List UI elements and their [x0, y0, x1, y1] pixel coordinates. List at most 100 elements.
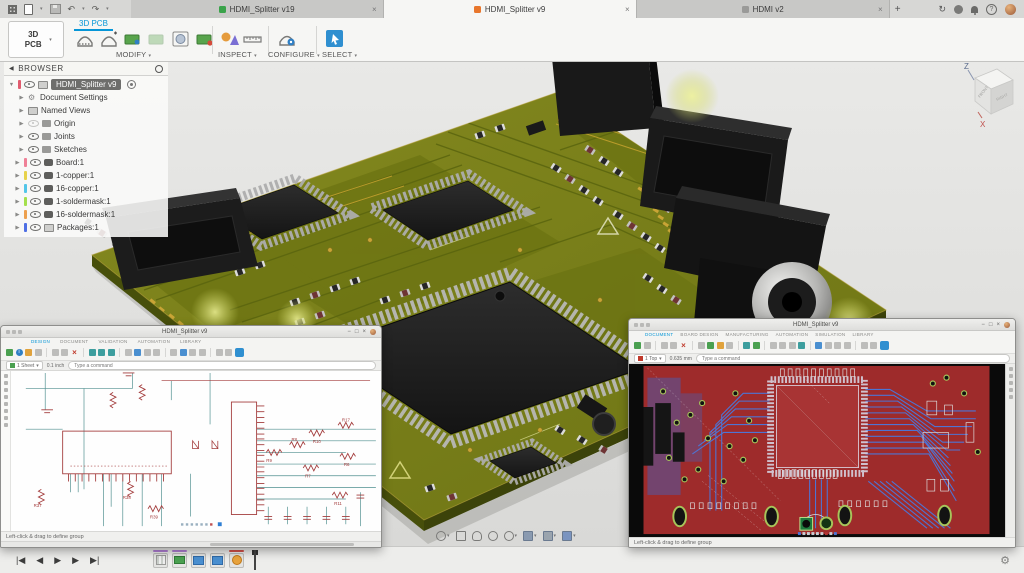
expand-icon[interactable]: ▶: [14, 212, 21, 218]
select-icon[interactable]: [324, 29, 346, 49]
fit-icon[interactable]: ▾: [504, 531, 518, 541]
tool-icon[interactable]: [815, 342, 822, 349]
modify-group-label[interactable]: MODIFY ▾: [116, 50, 151, 59]
user-avatar[interactable]: [1005, 4, 1016, 15]
visibility-eye-icon[interactable]: [30, 198, 41, 205]
tool-icon[interactable]: [726, 342, 733, 349]
tab-hdmi-splitter-v9[interactable]: HDMI_Splitter v9 ×: [384, 0, 637, 18]
visibility-eye-icon[interactable]: [28, 146, 39, 153]
expand-icon[interactable]: ▶: [18, 95, 25, 101]
tool-icon[interactable]: [770, 342, 777, 349]
tool-icon[interactable]: [199, 349, 206, 356]
edit-board-icon[interactable]: [122, 29, 144, 49]
tool-icon[interactable]: [670, 342, 677, 349]
step-forward-button[interactable]: ▶: [72, 555, 79, 566]
tool-icon[interactable]: [189, 349, 196, 356]
sidebar-item-copper-16[interactable]: ▶ 16-copper:1: [4, 182, 168, 195]
workspace-switcher-button[interactable]: 3D PCB ▾: [8, 21, 64, 58]
zoom-icon[interactable]: [488, 531, 498, 541]
tool-icon[interactable]: [789, 342, 796, 349]
command-input[interactable]: [696, 354, 1010, 363]
tool-icon[interactable]: [743, 342, 750, 349]
expand-icon[interactable]: ▶: [18, 134, 25, 140]
play-button[interactable]: ▶: [54, 555, 61, 566]
interference-icon[interactable]: [218, 29, 240, 49]
visibility-eye-icon[interactable]: [30, 224, 41, 231]
schematic-window-titlebar[interactable]: HDMI_Splitter v9 − □ ×: [1, 326, 381, 338]
select-group-label[interactable]: SELECT ▾: [322, 50, 357, 59]
tool-icon[interactable]: [35, 349, 42, 356]
tool-icon[interactable]: [6, 349, 13, 356]
axis-z-label[interactable]: Z: [964, 62, 969, 71]
timeline-position-marker[interactable]: [250, 550, 259, 570]
schematic-editor-window[interactable]: HDMI_Splitter v9 − □ × DESIGN DOCUMENT V…: [0, 325, 382, 548]
visibility-eye-icon[interactable]: [28, 133, 39, 140]
schematic-side-tools[interactable]: [1, 371, 11, 531]
go-to-end-button[interactable]: ▶|: [90, 555, 99, 566]
expand-icon[interactable]: ▶: [18, 108, 25, 114]
settings-gear-icon[interactable]: ⚙: [1000, 554, 1024, 567]
tool-icon[interactable]: [153, 349, 160, 356]
app-grid-icon[interactable]: [8, 5, 17, 14]
tool-icon[interactable]: [707, 342, 714, 349]
tool-icon[interactable]: [144, 349, 151, 356]
delete-icon[interactable]: ×: [71, 349, 79, 356]
look-at-icon[interactable]: [456, 531, 466, 541]
visibility-eye-icon[interactable]: [30, 172, 41, 179]
schematic-canvas[interactable]: R17 R10 R8 R9 R6 R7 R11 R37 R38 R39: [11, 371, 381, 531]
pcb-canvas[interactable]: [629, 364, 1005, 537]
visibility-eye-icon[interactable]: [28, 120, 39, 127]
layer-selector[interactable]: 1 Top ▾: [634, 354, 666, 363]
tab-document[interactable]: DOCUMENT: [60, 339, 88, 344]
close-icon[interactable]: ×: [996, 322, 1000, 328]
orbit-icon[interactable]: ▾: [436, 531, 450, 541]
sidebar-item-soldermask-16[interactable]: ▶ 16-soldermask:1: [4, 208, 168, 221]
sync-icon[interactable]: ↻: [938, 5, 946, 14]
sidebar-item-soldermask-1[interactable]: ▶ 1-soldermask:1: [4, 195, 168, 208]
undo-caret-icon[interactable]: ▾: [82, 6, 85, 12]
visibility-eye-icon[interactable]: [30, 185, 41, 192]
pan-icon[interactable]: [472, 531, 482, 541]
inspect-group-label[interactable]: INSPECT ▾: [218, 50, 257, 59]
undo-icon[interactable]: ↶: [68, 5, 76, 14]
save-icon[interactable]: [50, 4, 61, 14]
tool-icon[interactable]: [644, 342, 651, 349]
sidebar-item-origin[interactable]: ▶ Origin: [4, 117, 168, 130]
tool-icon[interactable]: [634, 342, 641, 349]
expand-icon[interactable]: ▶: [14, 199, 21, 205]
job-status-icon[interactable]: [954, 5, 963, 14]
timeline-item-feature-2[interactable]: [210, 553, 225, 568]
sidebar-item-copper-1[interactable]: ▶ 1-copper:1: [4, 169, 168, 182]
push-component-icon[interactable]: [74, 29, 96, 49]
tab-design[interactable]: DESIGN: [31, 339, 50, 344]
expand-icon[interactable]: ▶: [14, 173, 21, 179]
tab-automation[interactable]: AUTOMATION: [776, 332, 809, 337]
expand-icon[interactable]: ▶: [14, 160, 21, 166]
tool-icon[interactable]: [661, 342, 668, 349]
minimize-icon[interactable]: −: [347, 329, 351, 335]
tab-validation[interactable]: VALIDATION: [98, 339, 127, 344]
sidebar-item-document-settings[interactable]: ▶ ⚙ Document Settings: [4, 91, 168, 104]
viewports-icon[interactable]: ▾: [562, 531, 576, 541]
panel-options-icon[interactable]: [155, 65, 163, 73]
tool-icon[interactable]: [717, 342, 724, 349]
tab-library[interactable]: LIBRARY: [852, 332, 873, 337]
close-tab-icon[interactable]: ×: [878, 5, 883, 14]
file-menu-caret-icon[interactable]: ▾: [40, 6, 43, 12]
tab-document[interactable]: DOCUMENT: [645, 332, 673, 337]
tool-icon[interactable]: [89, 349, 96, 356]
timeline-item-sketch[interactable]: [153, 553, 168, 568]
tool-icon[interactable]: [861, 342, 868, 349]
timeline-item-feature-1[interactable]: [191, 553, 206, 568]
sidebar-item-named-views[interactable]: ▶ Named Views: [4, 104, 168, 117]
close-tab-icon[interactable]: ×: [372, 5, 377, 14]
root-label[interactable]: HDMI_Splitter v9: [51, 79, 121, 90]
expand-icon[interactable]: ▶: [14, 225, 21, 231]
tool-icon[interactable]: [180, 349, 187, 356]
tab-library[interactable]: LIBRARY: [180, 339, 201, 344]
redo-caret-icon[interactable]: ▾: [106, 6, 109, 12]
tool-icon[interactable]: [216, 349, 223, 356]
tool-icon[interactable]: [98, 349, 105, 356]
grid-settings-icon[interactable]: ▾: [543, 531, 557, 541]
timeline-item-board[interactable]: [172, 553, 187, 568]
